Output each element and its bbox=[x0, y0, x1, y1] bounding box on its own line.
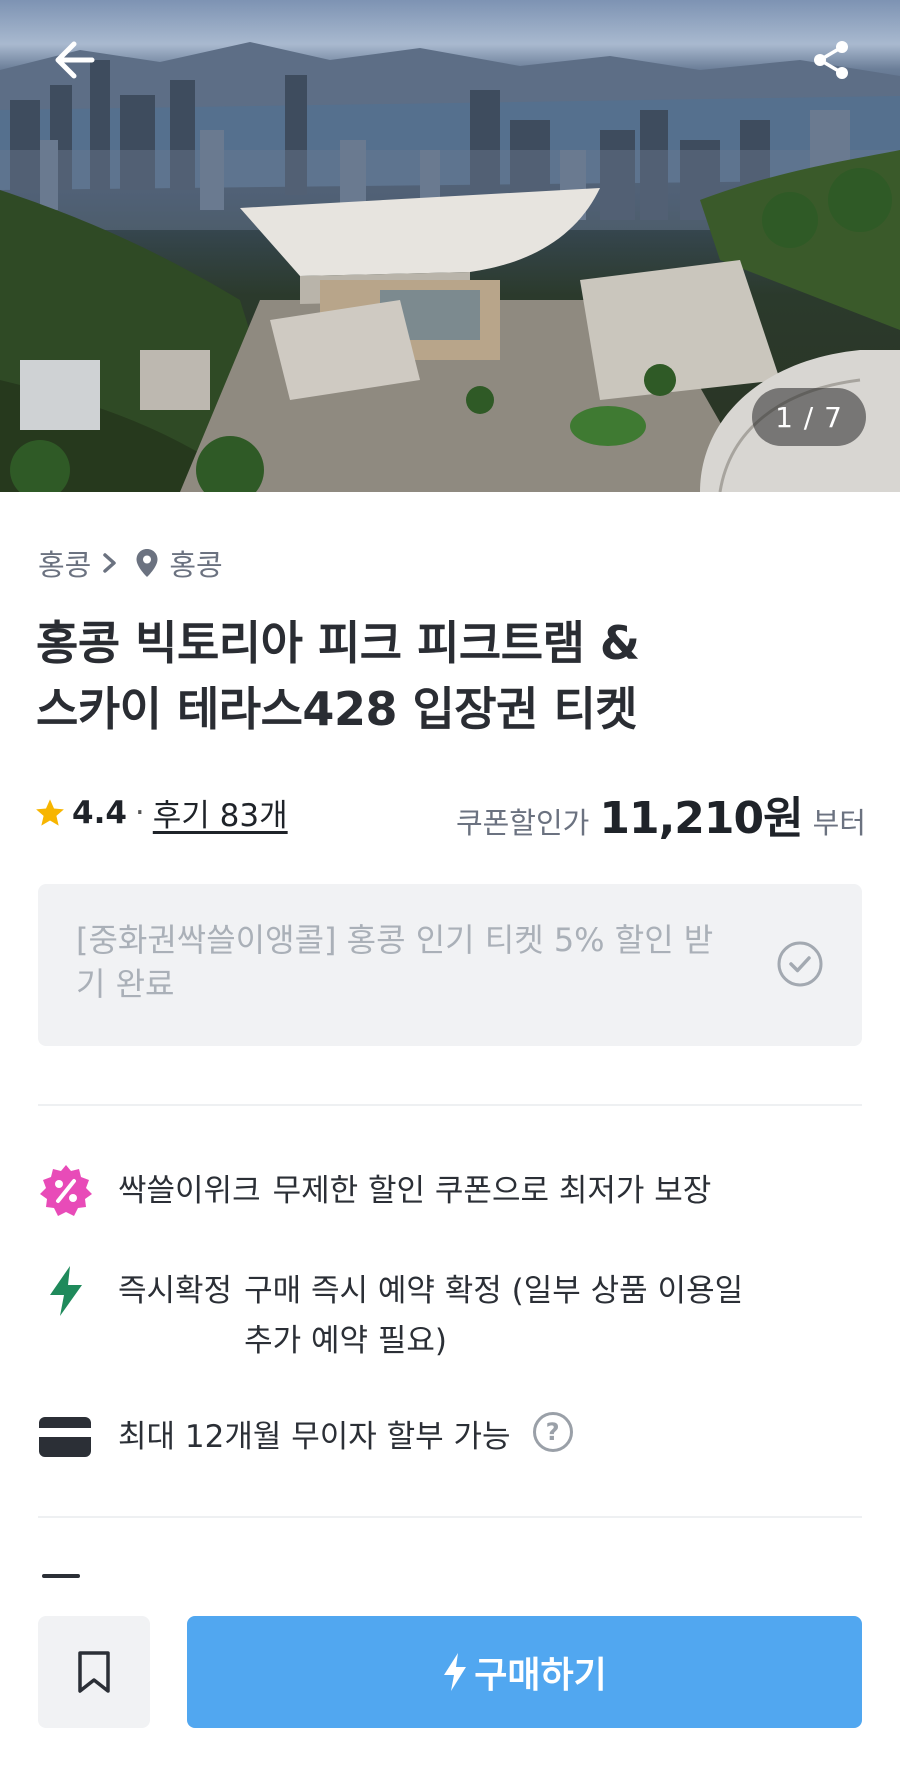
coupon-text: [중화권싹쓸이앵콜] 홍콩 인기 티켓 5% 할인 받기 완료 bbox=[76, 921, 714, 1003]
card-icon bbox=[38, 1412, 98, 1462]
image-counter: 1 / 7 bbox=[752, 388, 866, 446]
back-button[interactable] bbox=[42, 28, 106, 92]
bookmark-icon bbox=[78, 1651, 110, 1693]
product-title-line-1: 홍콩 빅토리아 피크 피크트램 & bbox=[36, 616, 640, 670]
share-button[interactable] bbox=[800, 28, 864, 92]
lightning-icon bbox=[38, 1266, 98, 1316]
coupon-banner[interactable]: [중화권싹쓸이앵콜] 홍콩 인기 티켓 5% 할인 받기 완료 bbox=[38, 884, 862, 1046]
buy-button-label: 구매하기 bbox=[474, 1655, 607, 1696]
bookmark-button[interactable] bbox=[38, 1616, 150, 1728]
breadcrumb-city[interactable]: 홍콩 bbox=[169, 542, 222, 584]
divider bbox=[38, 1104, 862, 1106]
price-label: 쿠폰할인가 bbox=[455, 806, 590, 840]
help-button[interactable]: ? bbox=[532, 1412, 573, 1452]
feature-installment: 최대 12개월 무이자 할부 가능 ? bbox=[38, 1412, 573, 1462]
feature-instant-confirm: 즉시확정 구매 즉시 예약 확정 (일부 상품 이용일 추가 예약 필요) bbox=[38, 1266, 764, 1366]
rating-separator: · bbox=[134, 794, 145, 831]
breadcrumb-region[interactable]: 홍콩 bbox=[38, 542, 91, 584]
lightning-icon bbox=[444, 1653, 467, 1691]
feature-title: 즉시확정 bbox=[118, 1273, 233, 1309]
location-pin-icon bbox=[136, 549, 158, 577]
chevron-right-icon bbox=[103, 553, 117, 573]
price-summary: 쿠폰할인가 11,210원 부터 bbox=[456, 782, 866, 846]
arrow-left-icon bbox=[55, 41, 95, 79]
star-icon bbox=[36, 798, 64, 826]
breadcrumb: 홍콩 홍콩 bbox=[38, 542, 223, 584]
product-image-carousel[interactable]: 1 / 7 bbox=[0, 0, 900, 492]
rating-summary: 4.4 · 후기 83개 bbox=[34, 790, 288, 835]
feature-discount-week: 싹쓸이위크 무제한 할인 쿠폰으로 최저가 보장 bbox=[38, 1165, 712, 1216]
price-suffix: 부터 bbox=[812, 806, 866, 840]
product-title-line-2: 스카이 테라스428 입장권 티켓 bbox=[36, 682, 638, 736]
next-section-peek bbox=[42, 1574, 80, 1578]
discount-badge-icon bbox=[38, 1165, 98, 1216]
buy-button[interactable]: 구매하기 bbox=[187, 1616, 862, 1728]
feature-text: 무제한 할인 쿠폰으로 최저가 보장 bbox=[272, 1173, 712, 1209]
rating-score: 4.4 bbox=[72, 794, 127, 831]
share-icon bbox=[814, 41, 848, 79]
bottom-action-bar: 구매하기 bbox=[0, 1580, 900, 1767]
reviews-link[interactable]: 후기 83개 bbox=[153, 790, 288, 835]
check-circle-icon bbox=[777, 941, 823, 987]
feature-text: 최대 12개월 무이자 할부 가능 bbox=[118, 1419, 511, 1455]
product-title: 홍콩 빅토리아 피크 피크트램 & 스카이 테라스428 입장권 티켓 bbox=[36, 610, 856, 742]
divider bbox=[38, 1516, 862, 1518]
feature-title: 싹쓸이위크 bbox=[118, 1173, 261, 1209]
feature-text: 구매 즉시 예약 확정 (일부 상품 이용일 추가 예약 필요) bbox=[244, 1273, 744, 1359]
price-amount: 11,210원 bbox=[599, 793, 803, 844]
